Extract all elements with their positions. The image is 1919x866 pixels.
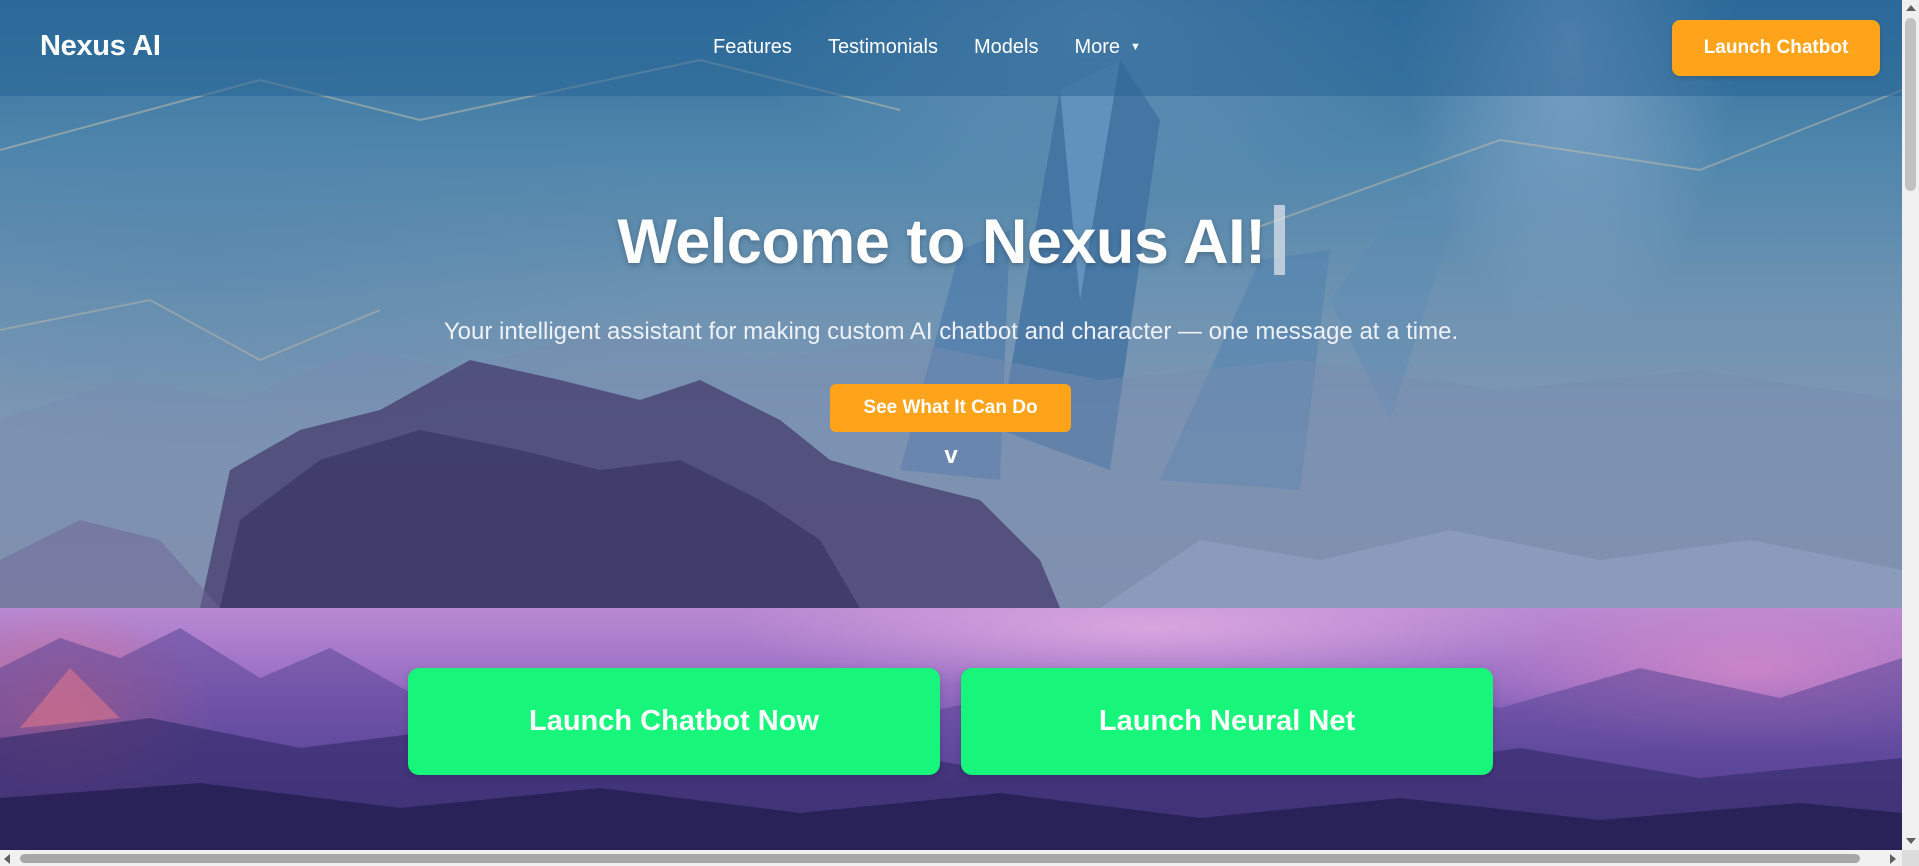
scrollbar-corner — [1902, 850, 1919, 866]
hero-subtitle: Your intelligent assistant for making cu… — [443, 318, 1459, 345]
scroll-down-arrow-icon[interactable] — [1906, 838, 1916, 844]
nav-item-features[interactable]: Features — [713, 36, 792, 59]
caret-down-icon: ▼ — [1130, 41, 1141, 53]
scroll-down-icon[interactable]: v — [0, 442, 1902, 470]
nav-item-more[interactable]: More ▼ — [1074, 36, 1140, 59]
page-viewport: Nexus AI Features Testimonials Models Mo… — [0, 0, 1902, 850]
scroll-left-arrow-icon[interactable] — [4, 854, 10, 864]
launch-chatbot-now-button[interactable]: Launch Chatbot Now — [408, 668, 940, 775]
see-what-it-can-do-button[interactable]: See What It Can Do — [830, 384, 1071, 432]
horizontal-scroll-thumb[interactable] — [20, 854, 1860, 863]
typing-cursor — [1273, 205, 1285, 275]
launch-neural-net-button[interactable]: Launch Neural Net — [961, 668, 1493, 775]
mountain-band — [0, 608, 1902, 850]
scroll-up-arrow-icon[interactable] — [1906, 5, 1916, 11]
horizontal-scrollbar[interactable] — [0, 850, 1902, 866]
nav-links: Features Testimonials Models More ▼ — [713, 36, 1141, 59]
vertical-scrollbar[interactable] — [1902, 0, 1919, 850]
vertical-scroll-thumb[interactable] — [1905, 18, 1916, 191]
mountain-band-art — [0, 628, 1902, 850]
scroll-right-arrow-icon[interactable] — [1890, 854, 1896, 864]
site-logo[interactable]: Nexus AI — [40, 30, 161, 63]
launch-chatbot-button[interactable]: Launch Chatbot — [1672, 20, 1880, 76]
hero-title: Welcome to Nexus AI! — [0, 205, 1902, 278]
top-navbar: Nexus AI Features Testimonials Models Mo… — [0, 0, 1902, 96]
nav-item-models[interactable]: Models — [974, 36, 1038, 59]
nav-item-testimonials[interactable]: Testimonials — [828, 36, 938, 59]
nav-item-more-label: More — [1074, 36, 1121, 58]
hero-title-text: Welcome to Nexus AI! — [617, 207, 1266, 277]
